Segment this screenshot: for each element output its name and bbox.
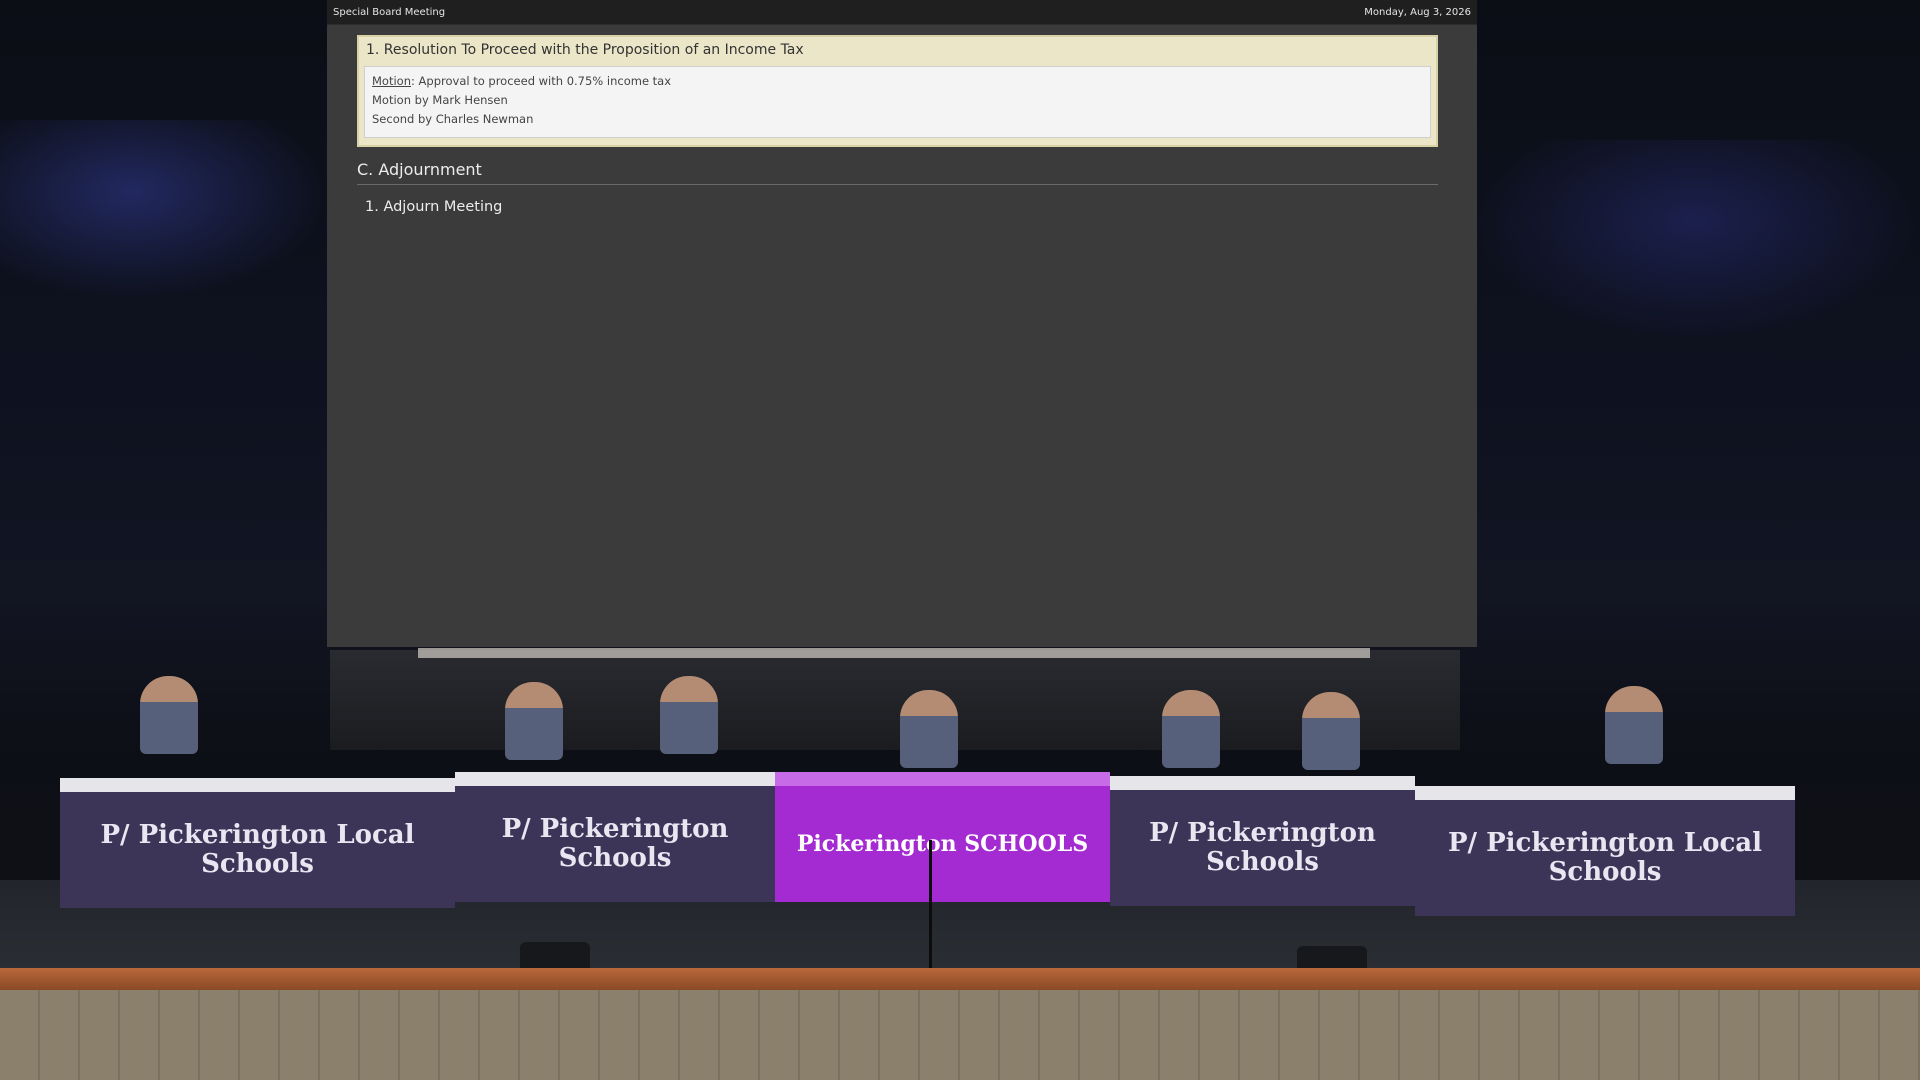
second-by: Second by Charles Newman [372, 112, 534, 126]
table-banner-center-right: P/ Pickerington Schools [1110, 776, 1415, 906]
table-banner-center: Pickerington SCHOOLS [775, 772, 1110, 902]
stage-light-haze-right [1470, 140, 1920, 340]
motion-line: Motion: Approval to proceed with 0.75% i… [372, 72, 1423, 91]
board-member [1162, 690, 1220, 768]
board-member [505, 682, 563, 760]
board-member [660, 676, 718, 754]
meeting-title: Special Board Meeting [333, 6, 446, 18]
agenda-header-bar: Special Board Meeting Monday, Aug 3, 202… [327, 0, 1477, 25]
section-heading-adjournment: C. Adjournment [357, 160, 1438, 185]
banner-text: P/ Pickerington Local Schools [100, 820, 415, 879]
projection-screen-edge [418, 648, 1370, 658]
banner-text: Pickerington SCHOOLS [796, 830, 1089, 857]
stage-front-wall [0, 990, 1920, 1080]
meeting-date: Monday, Aug 3, 2026 [1364, 6, 1471, 18]
board-member [900, 690, 958, 768]
motion-details: Motion: Approval to proceed with 0.75% i… [364, 66, 1431, 138]
banner-text: P/ Pickerington Local Schools [1447, 828, 1763, 887]
table-banner-right: P/ Pickerington Local Schools [1415, 786, 1795, 916]
board-member [1605, 686, 1663, 764]
motion-text: : Approval to proceed with 0.75% income … [411, 74, 672, 88]
table-banner-left: P/ Pickerington Local Schools [60, 778, 455, 908]
stage-edge [0, 968, 1920, 990]
board-member [1302, 692, 1360, 770]
banner-text: P/ Pickerington Schools [1149, 818, 1376, 877]
banner-text: P/ Pickerington Schools [501, 814, 729, 873]
agenda-item-title: 1. Resolution To Proceed with the Propos… [366, 42, 804, 58]
motion-by: Motion by Mark Hensen [372, 93, 508, 107]
current-agenda-item: 1. Resolution To Proceed with the Propos… [357, 35, 1438, 147]
motion-label: Motion [372, 74, 411, 88]
board-member [140, 676, 198, 754]
table-banner-center-left: P/ Pickerington Schools [455, 772, 775, 902]
stage-light-haze-left [0, 120, 330, 300]
stage-backdrop [330, 650, 1460, 750]
agenda-overlay-panel: Special Board Meeting Monday, Aug 3, 202… [327, 0, 1477, 647]
agenda-item-adjourn-meeting: 1. Adjourn Meeting [365, 199, 503, 215]
